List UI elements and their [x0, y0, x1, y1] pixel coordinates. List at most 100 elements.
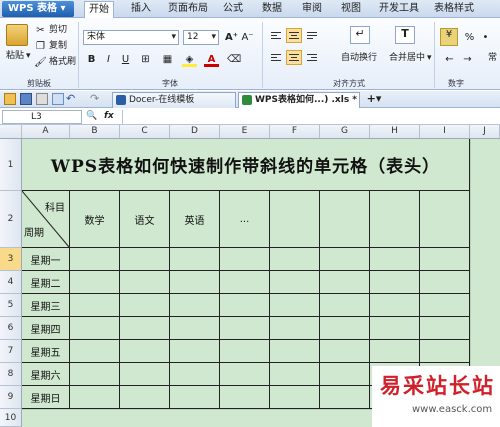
data-cell[interactable] — [320, 271, 370, 294]
italic-button[interactable]: I — [101, 52, 116, 67]
align-center-button[interactable] — [286, 50, 302, 65]
border-button[interactable]: ⊞ — [138, 52, 153, 67]
subject-header-cell[interactable]: 数学 — [70, 191, 120, 248]
data-cell[interactable] — [70, 340, 120, 363]
empty-cell[interactable] — [320, 191, 370, 248]
doc-tab-spreadsheet[interactable]: WPS表格如何...) .xls * — [238, 92, 360, 108]
data-cell[interactable] — [270, 248, 320, 271]
column-header[interactable]: B — [70, 125, 120, 138]
increase-decimal-button[interactable]: ← — [442, 52, 457, 67]
fx-button[interactable]: fx — [104, 111, 114, 121]
preview-icon[interactable] — [52, 93, 64, 105]
doc-tab-docer[interactable]: Docer-在线模板 — [112, 92, 236, 108]
data-cell[interactable] — [370, 271, 420, 294]
data-cell[interactable] — [320, 248, 370, 271]
column-header[interactable]: J — [470, 125, 500, 138]
more-styles-button[interactable]: 常 — [488, 52, 497, 65]
data-cell[interactable] — [420, 271, 470, 294]
data-cell[interactable] — [220, 271, 270, 294]
data-cell[interactable] — [270, 386, 320, 409]
font-color-button[interactable]: A — [204, 52, 219, 67]
tab-start[interactable]: 开始 — [84, 1, 114, 18]
row-header[interactable]: 6 — [0, 317, 21, 340]
data-cell[interactable] — [370, 317, 420, 340]
data-cell[interactable] — [320, 317, 370, 340]
copy-button[interactable]: ❐ 复制 — [34, 40, 67, 53]
tab-developer[interactable]: 开发工具 — [375, 1, 423, 18]
decrease-decimal-button[interactable]: → — [460, 52, 475, 67]
underline-button[interactable]: U — [118, 52, 133, 67]
data-cell[interactable] — [320, 340, 370, 363]
weekday-cell[interactable]: 星期三 — [22, 294, 70, 317]
column-header[interactable]: E — [220, 125, 270, 138]
tab-data[interactable]: 数据 — [257, 1, 287, 18]
tab-review[interactable]: 审阅 — [297, 1, 327, 18]
data-cell[interactable] — [370, 248, 420, 271]
more-number-button[interactable]: • — [478, 30, 493, 45]
row-header[interactable]: 9 — [0, 386, 21, 409]
tab-formula[interactable]: 公式 — [218, 1, 248, 18]
paste-button[interactable]: 粘贴 ▾ — [6, 50, 31, 63]
subject-header-cell[interactable]: ... — [220, 191, 270, 248]
open-folder-icon[interactable] — [4, 93, 16, 105]
weekday-cell[interactable]: 星期六 — [22, 363, 70, 386]
cut-button[interactable]: ✂ 剪切 — [34, 24, 67, 37]
data-cell[interactable] — [120, 340, 170, 363]
subject-header-cell[interactable]: 语文 — [120, 191, 170, 248]
select-all-corner[interactable] — [0, 125, 22, 138]
bold-button[interactable]: B — [84, 52, 99, 67]
row-header[interactable]: 2 — [0, 191, 21, 248]
align-bottom-button[interactable] — [304, 28, 320, 43]
weekday-cell[interactable]: 星期二 — [22, 271, 70, 294]
data-cell[interactable] — [370, 340, 420, 363]
data-cell[interactable] — [270, 317, 320, 340]
data-cell[interactable] — [170, 317, 220, 340]
data-cell[interactable] — [270, 363, 320, 386]
data-cell[interactable] — [420, 317, 470, 340]
empty-cell[interactable] — [270, 191, 320, 248]
name-box[interactable]: L3 — [2, 110, 82, 124]
currency-icon[interactable]: ¥ — [440, 28, 458, 46]
data-cell[interactable] — [70, 317, 120, 340]
data-cell[interactable] — [70, 271, 120, 294]
data-cell[interactable] — [170, 271, 220, 294]
app-menu-button[interactable]: WPS 表格 ▾ — [2, 1, 74, 17]
weekday-cell[interactable]: 星期五 — [22, 340, 70, 363]
data-cell[interactable] — [120, 386, 170, 409]
data-cell[interactable] — [220, 340, 270, 363]
data-cell[interactable] — [170, 340, 220, 363]
data-cell[interactable] — [220, 248, 270, 271]
format-painter-button[interactable]: 🖌 格式刷 — [34, 56, 76, 69]
subject-header-cell[interactable]: 英语 — [170, 191, 220, 248]
data-cell[interactable] — [370, 294, 420, 317]
align-middle-button[interactable] — [286, 28, 302, 43]
merge-center-button[interactable]: 合并居中 ▾ — [389, 52, 432, 65]
data-cell[interactable] — [120, 248, 170, 271]
row-header[interactable]: 1 — [0, 139, 21, 191]
data-cell[interactable] — [270, 271, 320, 294]
align-top-button[interactable] — [268, 28, 284, 43]
tab-insert[interactable]: 插入 — [126, 1, 156, 18]
row-header[interactable]: 4 — [0, 271, 21, 294]
data-cell[interactable] — [220, 386, 270, 409]
table-title-cell[interactable]: WPS表格如何快速制作带斜线的单元格（表头） — [22, 139, 470, 191]
merge-icon-button[interactable]: ▦ — [160, 52, 175, 67]
data-cell[interactable] — [420, 294, 470, 317]
shrink-font-button[interactable]: A⁻ — [240, 30, 255, 45]
data-cell[interactable] — [120, 317, 170, 340]
wrap-text-button[interactable]: 自动换行 — [341, 52, 377, 65]
percent-button[interactable]: % — [462, 30, 477, 45]
data-cell[interactable] — [220, 317, 270, 340]
column-header[interactable]: F — [270, 125, 320, 138]
formula-input[interactable] — [122, 110, 498, 124]
data-cell[interactable] — [70, 248, 120, 271]
column-header[interactable]: C — [120, 125, 170, 138]
empty-cell[interactable] — [420, 191, 470, 248]
function-wizard-icon[interactable]: 🔍 — [86, 111, 97, 121]
data-cell[interactable] — [170, 363, 220, 386]
data-cell[interactable] — [220, 294, 270, 317]
data-cell[interactable] — [270, 340, 320, 363]
data-cell[interactable] — [270, 294, 320, 317]
redo-icon[interactable]: ↷ — [90, 92, 99, 105]
column-header[interactable]: G — [320, 125, 370, 138]
